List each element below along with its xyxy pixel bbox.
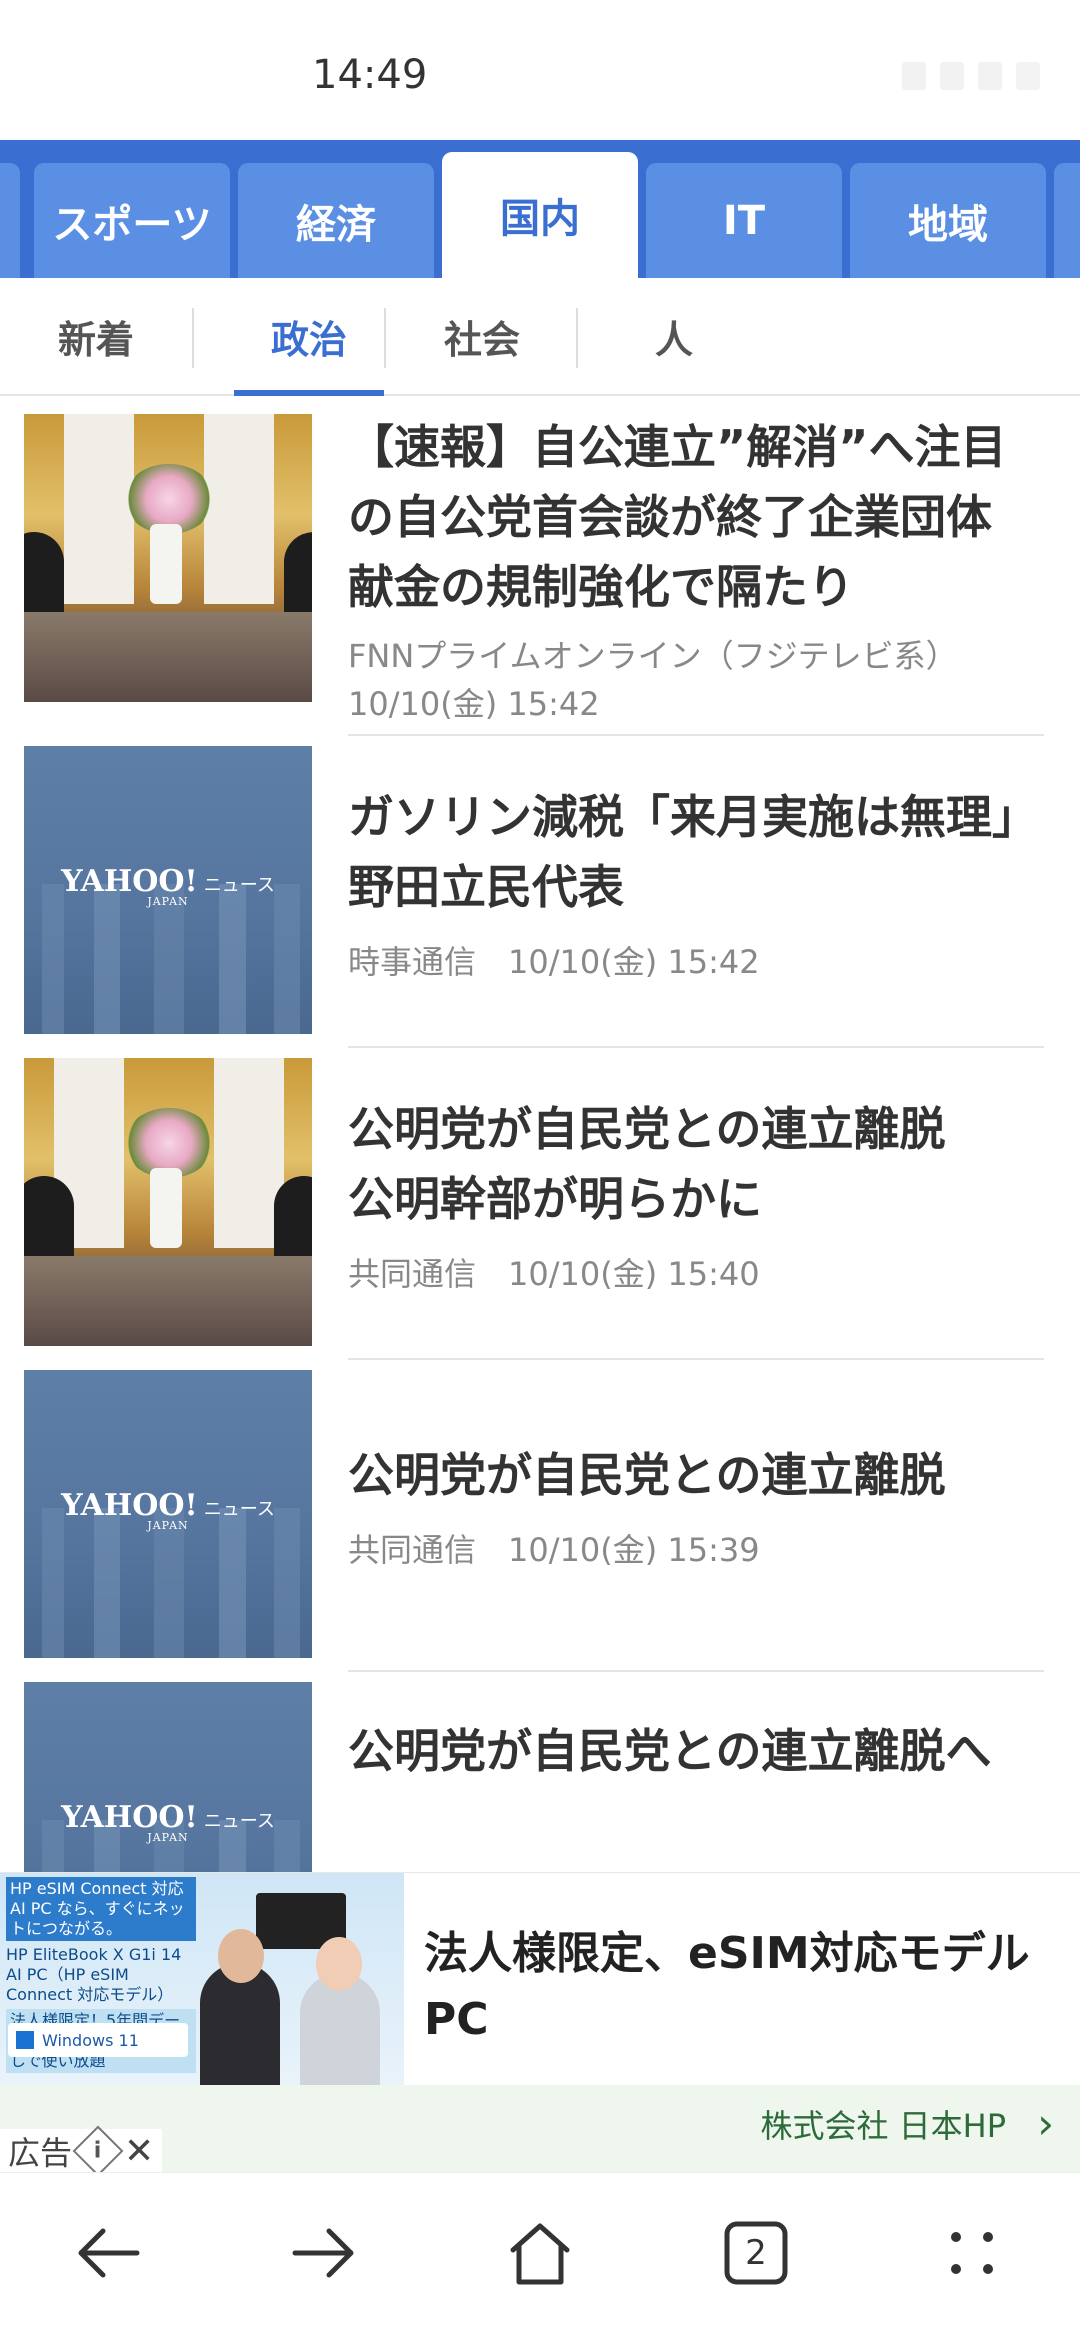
ad-banner[interactable]: HP eSIM Connect 対応 AI PC なら、すぐにネットにつながる。… bbox=[0, 1872, 1080, 2177]
tab-economy[interactable]: 経済 bbox=[238, 163, 434, 278]
system-icons bbox=[902, 62, 1040, 90]
tab-region[interactable]: 地域 bbox=[850, 163, 1046, 278]
news-source: 時事通信 bbox=[348, 943, 477, 981]
news-thumbnail: YAHOO! ニュース JAPAN bbox=[24, 746, 312, 1034]
status-bar: 14:49 bbox=[0, 0, 1080, 140]
ad-close-icon[interactable]: ✕ bbox=[124, 2131, 154, 2172]
menu-dots-icon bbox=[951, 2232, 993, 2274]
forward-button[interactable] bbox=[274, 2213, 374, 2293]
news-item[interactable]: YAHOO! ニュース JAPAN ガソリン減税「来月実施は無理」 野田立民代表 時… bbox=[0, 736, 1080, 1048]
subtab-divider bbox=[192, 308, 194, 368]
yahoo-news-logo: YAHOO! ニュース JAPAN bbox=[61, 1488, 275, 1532]
ad-label: 広告 i ✕ bbox=[0, 2125, 163, 2177]
news-meta: 時事通信 10/10(金) 15:42 bbox=[348, 938, 1048, 986]
ad-info-icon[interactable]: i bbox=[72, 2125, 124, 2177]
news-item[interactable]: YAHOO! ニュース JAPAN 公明党が自民党との連立離脱へ bbox=[0, 1672, 1080, 1872]
news-list: 【速報】自公連立”解消”へ注目の自公党首会談が終了企業団体献金の規制強化で隔たり… bbox=[0, 396, 1080, 1872]
tab-sports[interactable]: スポーツ bbox=[34, 163, 230, 278]
status-time: 14:49 bbox=[312, 52, 428, 98]
subtab-society[interactable]: 社会 bbox=[386, 278, 578, 394]
tab-it[interactable]: IT bbox=[646, 163, 842, 278]
category-tab-partial-right[interactable] bbox=[1054, 163, 1080, 278]
menu-button[interactable] bbox=[922, 2213, 1022, 2293]
sub-tab-bar: 新着 政治 社会 人 bbox=[0, 278, 1080, 396]
news-item[interactable]: 公明党が自民党との連立離脱 公明幹部が明らかに 共同通信 10/10(金) 15… bbox=[0, 1048, 1080, 1360]
news-date: 10/10(金) 15:39 bbox=[508, 1531, 760, 1569]
subtab-people[interactable]: 人 bbox=[578, 278, 770, 394]
news-source: FNNプライムオンライン（フジテレビ系） bbox=[348, 637, 958, 675]
ad-headline[interactable]: 法人様限定、eSIM対応モデルPC bbox=[424, 1921, 1064, 2053]
subtab-latest[interactable]: 新着 bbox=[0, 278, 192, 394]
news-source: 共同通信 bbox=[348, 1531, 477, 1569]
news-thumbnail bbox=[24, 414, 312, 702]
news-item[interactable]: YAHOO! ニュース JAPAN 公明党が自民党との連立離脱 共同通信 10/10… bbox=[0, 1360, 1080, 1672]
news-item[interactable]: 【速報】自公連立”解消”へ注目の自公党首会談が終了企業団体献金の規制強化で隔たり… bbox=[0, 396, 1080, 736]
news-title[interactable]: 【速報】自公連立”解消”へ注目の自公党首会談が終了企業団体献金の規制強化で隔たり bbox=[348, 412, 1028, 622]
news-meta: 共同通信 10/10(金) 15:40 bbox=[348, 1250, 1048, 1298]
news-date: 10/10(金) 15:42 bbox=[348, 685, 600, 723]
back-button[interactable] bbox=[58, 2213, 158, 2293]
news-source: 共同通信 bbox=[348, 1255, 477, 1293]
news-title[interactable]: 公明党が自民党との連立離脱 公明幹部が明らかに bbox=[348, 1094, 1028, 1234]
home-icon bbox=[510, 2223, 570, 2285]
windows-logo: Windows 11 bbox=[8, 2023, 188, 2057]
news-thumbnail bbox=[24, 1058, 312, 1346]
news-title[interactable]: 公明党が自民党との連立離脱 bbox=[348, 1440, 1028, 1510]
arrow-left-icon bbox=[78, 2228, 140, 2278]
ad-label-text: 広告 bbox=[8, 2134, 73, 2172]
news-meta: 共同通信 10/10(金) 15:39 bbox=[348, 1526, 1048, 1574]
chevron-right-icon[interactable]: › bbox=[1037, 2099, 1054, 2148]
ad-footer[interactable]: 広告 i ✕ 株式会社 日本HP › bbox=[0, 2085, 1080, 2177]
news-thumbnail: YAHOO! ニュース JAPAN bbox=[24, 1682, 312, 1872]
ad-image[interactable]: HP eSIM Connect 対応 AI PC なら、すぐにネットにつながる。… bbox=[0, 1873, 404, 2085]
home-button[interactable] bbox=[490, 2213, 590, 2293]
tab-count: 2 bbox=[745, 2233, 767, 2273]
tab-domestic[interactable]: 国内 bbox=[442, 152, 638, 278]
subtab-politics[interactable]: 政治 bbox=[234, 278, 384, 396]
news-date: 10/10(金) 15:42 bbox=[508, 943, 760, 981]
yahoo-news-logo: YAHOO! ニュース JAPAN bbox=[61, 864, 275, 908]
news-thumbnail: YAHOO! ニュース JAPAN bbox=[24, 1370, 312, 1658]
ad-advertiser[interactable]: 株式会社 日本HP bbox=[760, 2101, 1006, 2147]
news-date: 10/10(金) 15:40 bbox=[508, 1255, 760, 1293]
news-title[interactable]: 公明党が自民党との連立離脱へ bbox=[348, 1716, 1028, 1786]
news-title[interactable]: ガソリン減税「来月実施は無理」 野田立民代表 bbox=[348, 782, 1061, 922]
category-tab-partial-left[interactable] bbox=[0, 163, 20, 278]
yahoo-news-logo: YAHOO! ニュース JAPAN bbox=[61, 1800, 275, 1844]
arrow-right-icon bbox=[292, 2228, 354, 2278]
bottom-navigation: 2 bbox=[0, 2172, 1080, 2340]
tabs-button[interactable]: 2 bbox=[706, 2213, 806, 2293]
category-tab-bar: スポーツ 経済 国内 IT 地域 bbox=[0, 140, 1080, 278]
